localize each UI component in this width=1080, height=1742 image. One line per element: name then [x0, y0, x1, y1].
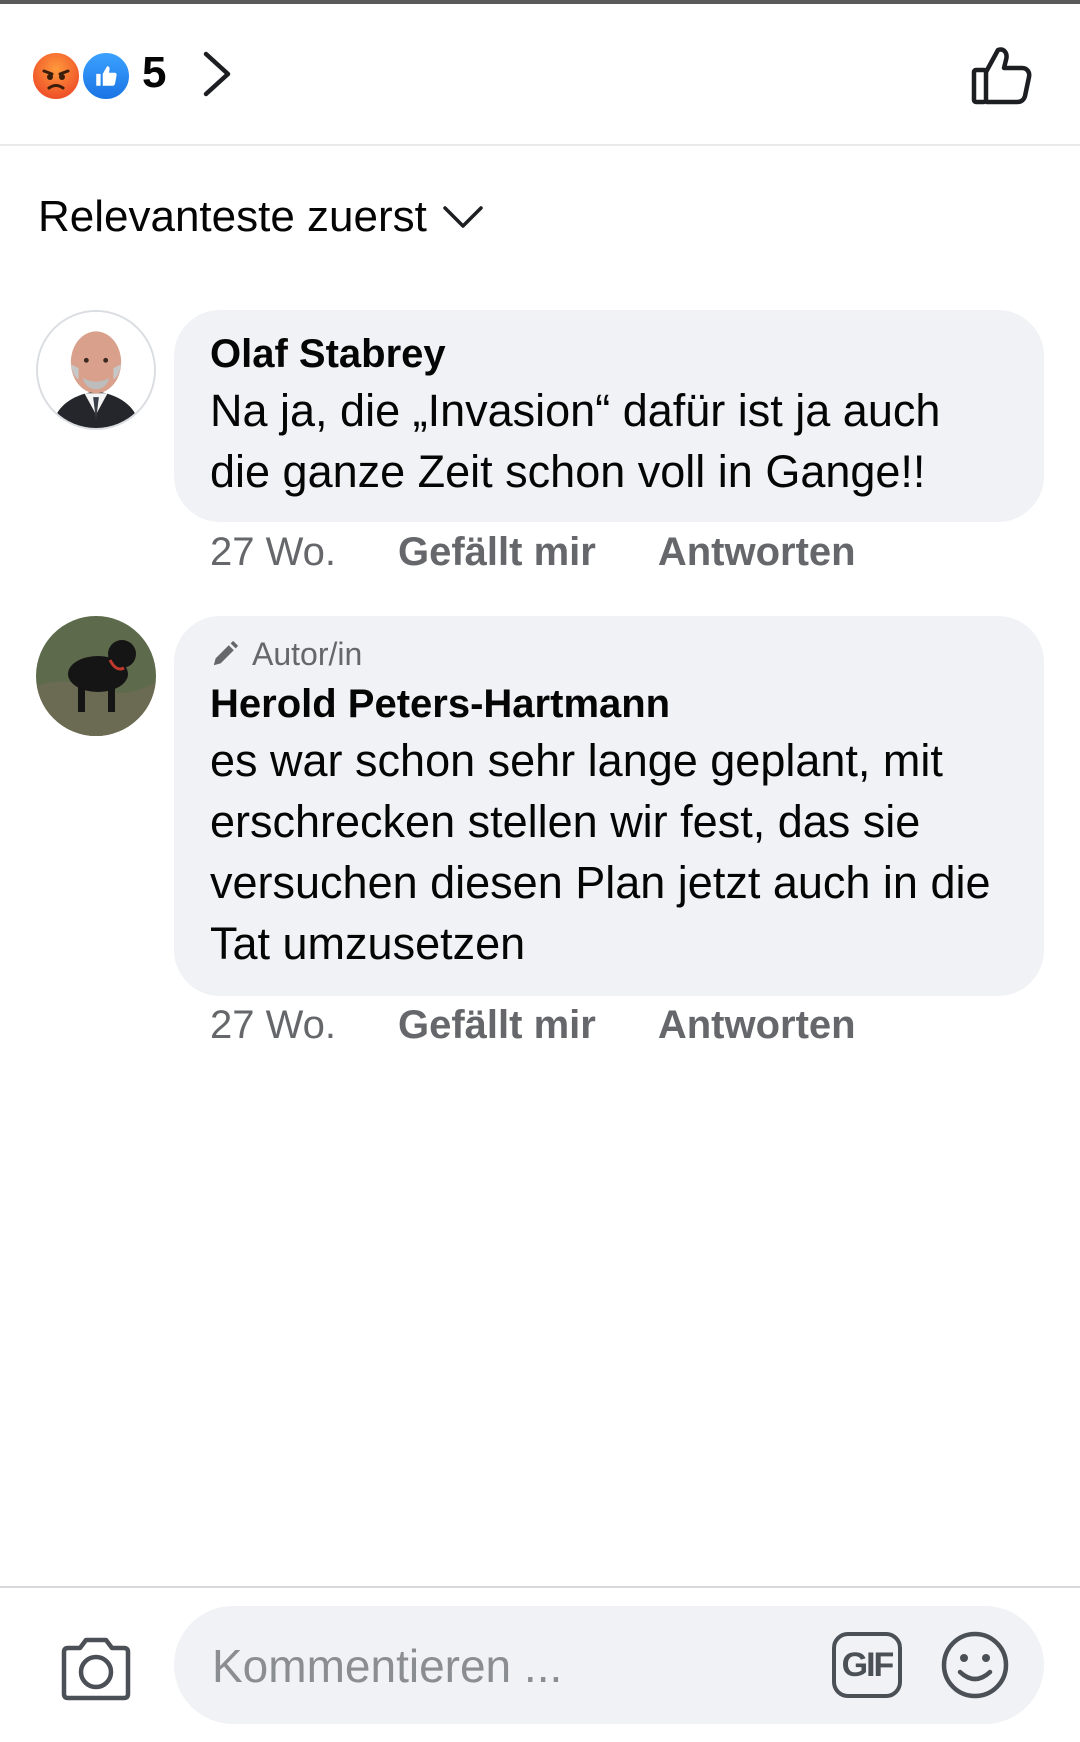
author-badge: Autor/in	[210, 634, 1008, 674]
comment-input-placeholder: Kommentieren ...	[212, 1640, 563, 1692]
avatar-herold-peters-hartmann[interactable]	[36, 616, 156, 736]
comment-author[interactable]: Herold Peters-Hartmann	[210, 678, 1008, 730]
angry-reaction-icon[interactable]	[30, 50, 82, 102]
camera-icon[interactable]	[58, 1634, 134, 1702]
comment-composer: Kommentieren ... GIF	[0, 1586, 1080, 1742]
comment-author[interactable]: Olaf Stabrey	[210, 328, 1008, 380]
reply-button[interactable]: Antworten	[658, 1003, 856, 1048]
author-badge-label: Autor/in	[252, 636, 363, 672]
comment-time[interactable]: 27 Wo.	[210, 1003, 336, 1048]
avatar-olaf-stabrey[interactable]	[36, 310, 156, 430]
comment-bubble-author[interactable]: Autor/in Herold Peters-Hartmann es war s…	[174, 616, 1044, 996]
reply-button[interactable]: Antworten	[658, 530, 856, 575]
comment-time[interactable]: 27 Wo.	[210, 530, 336, 575]
comment-actions: 27 Wo. Gefällt mir Antworten	[210, 530, 918, 575]
emoji-icon[interactable]	[940, 1630, 1010, 1700]
sort-label: Relevanteste zuerst	[38, 192, 427, 241]
sort-dropdown[interactable]: Relevanteste zuerst	[38, 192, 485, 242]
like-comment-button[interactable]: Gefällt mir	[398, 530, 596, 575]
chevron-down-icon	[443, 206, 483, 228]
pencil-icon	[213, 640, 239, 666]
gif-label: GIF	[841, 1645, 895, 1684]
like-button-icon[interactable]	[968, 42, 1034, 108]
chevron-right-icon[interactable]	[198, 48, 238, 100]
comment-text: Na ja, die „Invasion“ dafür ist ja auch …	[210, 385, 941, 497]
reaction-count[interactable]: 5	[142, 48, 166, 98]
comment-input[interactable]: Kommentieren ... GIF	[174, 1606, 1044, 1724]
gif-button[interactable]: GIF	[832, 1632, 902, 1698]
comment-actions: 27 Wo. Gefällt mir Antworten	[210, 1003, 918, 1048]
reactions-header: 5	[0, 4, 1080, 146]
comment-bubble[interactable]: Olaf Stabrey Na ja, die „Invasion“ dafür…	[174, 310, 1044, 522]
like-reaction-icon[interactable]	[80, 50, 132, 102]
comment-text: es war schon sehr lange geplant, mit ers…	[210, 735, 991, 969]
like-comment-button[interactable]: Gefällt mir	[398, 1003, 596, 1048]
